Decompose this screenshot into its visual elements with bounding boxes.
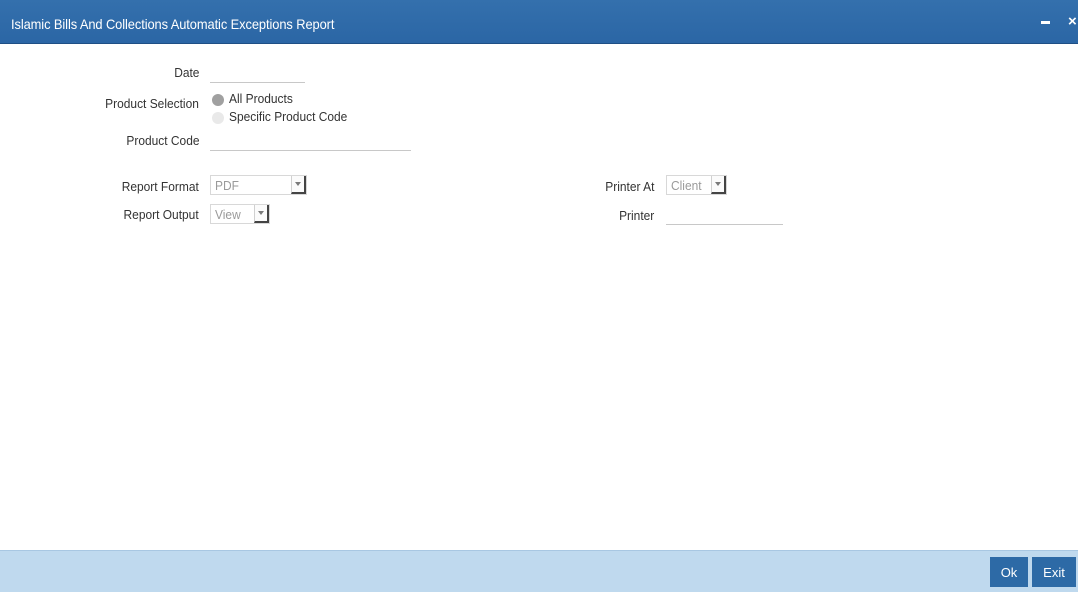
specific-product-code-option-label: Specific Product Code [229, 109, 348, 124]
exit-button[interactable]: Exit [1032, 557, 1076, 587]
printer-at-label: Printer At [604, 179, 654, 194]
report-format-label: Report Format [121, 179, 199, 194]
date-input[interactable] [210, 64, 305, 83]
printer-input[interactable] [666, 206, 783, 225]
report-output-label: Report Output [123, 207, 199, 222]
report-format-select[interactable]: PDF [210, 175, 307, 195]
chevron-down-icon[interactable] [711, 176, 726, 194]
ok-button[interactable]: Ok [990, 557, 1028, 587]
report-output-value: View [215, 207, 241, 222]
printer-label: Printer [618, 208, 654, 223]
close-icon[interactable]: × [1068, 13, 1077, 30]
minimize-icon[interactable] [1041, 21, 1050, 24]
date-label: Date [173, 65, 199, 80]
product-selection-label: Product Selection [105, 96, 199, 111]
report-output-select[interactable]: View [210, 204, 270, 224]
chevron-down-icon[interactable] [291, 176, 306, 194]
product-code-input[interactable] [210, 132, 411, 151]
printer-at-value: Client [671, 178, 702, 193]
specific-product-code-radio[interactable] [212, 112, 224, 124]
printer-at-select[interactable]: Client [666, 175, 727, 195]
product-code-label: Product Code [125, 133, 199, 148]
report-format-value: PDF [215, 178, 239, 193]
all-products-option-label: All Products [229, 91, 293, 106]
window-titlebar: Islamic Bills And Collections Automatic … [0, 0, 1078, 44]
footer-bar: Ok Exit [0, 550, 1078, 592]
all-products-radio[interactable] [212, 94, 224, 106]
window-title: Islamic Bills And Collections Automatic … [11, 16, 335, 32]
chevron-down-icon[interactable] [254, 205, 269, 223]
